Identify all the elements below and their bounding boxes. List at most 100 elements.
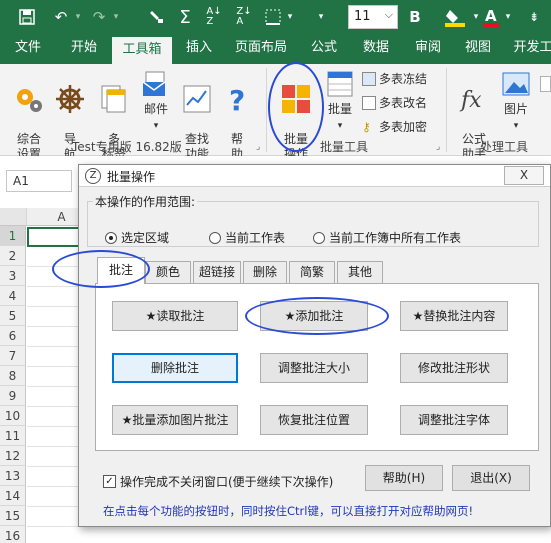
tab-comments[interactable]: 批注 [97,257,145,284]
tab-insert[interactable]: 插入 [178,34,220,64]
help-ribbon-button[interactable]: ? 帮 助 [222,68,252,162]
multi-sheet-rename-button[interactable]: 多表改名 [362,94,427,111]
row-header[interactable]: 13 [0,466,26,486]
fill-color-icon[interactable] [442,6,468,28]
batch-add-picture-comments-button[interactable]: ★批量添加图片批注 [112,405,238,435]
change-comment-shape-button[interactable]: 修改批注形状 [400,353,508,383]
delete-comments-button[interactable]: 删除批注 [112,353,238,383]
save-icon[interactable] [16,6,38,28]
row-header[interactable]: 11 [0,426,26,446]
picture-button[interactable]: 图片 ▾ [498,68,534,134]
sort-desc-icon[interactable]: Z↓ A [232,6,256,28]
chevron-down-icon[interactable]: ▾ [154,121,159,131]
restore-comment-position-button[interactable]: 恢复批注位置 [260,405,368,435]
row-header[interactable]: 4 [0,286,26,306]
tab-delete[interactable]: 删除 [243,261,287,283]
row-header[interactable]: 7 [0,346,26,366]
batch-button[interactable]: 批量 ▾ [322,68,358,134]
quick-access-toolbar: ↶ ▾ ↷ ▾ Σ A↓ Z Z↓ A ▾ ▾ 11 ⌵ B ▾ A ▾ ⇟ [0,0,551,34]
radio-selected-range[interactable]: 选定区域 [105,229,169,246]
ship-wheel-icon [56,85,84,113]
tab-colors[interactable]: 颜色 [145,261,191,283]
redo-dropdown-icon[interactable]: ▾ [110,6,122,28]
tab-home[interactable]: 开始 [62,34,106,64]
select-all-corner[interactable] [0,208,27,226]
keep-open-checkbox[interactable]: ✓ 操作完成不关闭窗口(便于继续下次操作) [103,473,333,490]
tab-hyperlinks[interactable]: 超链接 [193,261,241,283]
multi-sheet-encrypt-button[interactable]: ⚷ 多表加密 [362,118,427,135]
borders-dropdown-icon[interactable]: ▾ [284,6,296,28]
row-header[interactable]: 1 [0,226,26,246]
tab-view[interactable]: 视图 [456,34,500,64]
svg-text:fx: fx [459,88,482,113]
font-size-value: 11 [354,9,371,24]
undo-dropdown-icon[interactable]: ▾ [72,6,84,28]
replace-comment-content-button[interactable]: ★替换批注内容 [400,301,508,331]
borders-icon[interactable] [262,6,284,28]
exit-button[interactable]: 退出(X) [452,465,530,491]
radio-all-sheets[interactable]: 当前工作簿中所有工作表 [313,229,461,246]
tab-file[interactable]: 文件 [6,34,50,64]
more-icon[interactable]: ▾ [310,6,332,28]
undo-icon[interactable]: ↶ [50,6,72,28]
row-header[interactable]: 15 [0,506,26,526]
font-color-dropdown-icon[interactable]: ▾ [502,6,514,28]
picture-label: 图片 [503,102,528,116]
radio-dot [105,231,117,244]
name-box[interactable]: A1 [6,170,72,192]
svg-text:A: A [485,7,497,25]
row-header[interactable]: 3 [0,266,26,286]
find-button[interactable]: 查找 功能 [178,68,216,162]
batch-operation-button[interactable]: 批量 操作 [276,68,316,162]
resize-comments-button[interactable]: 调整批注大小 [260,353,368,383]
read-comments-button[interactable]: ★读取批注 [112,301,238,331]
row-header[interactable]: 5 [0,306,26,326]
chevron-down-icon[interactable]: ⌵ [385,8,393,22]
dialog-launcher-icon[interactable]: ⌟ [436,142,440,152]
dialog-title: 批量操作 [107,170,156,184]
row-header[interactable]: 8 [0,366,26,386]
add-comments-button[interactable]: ★添加批注 [260,301,368,331]
dialog-titlebar[interactable]: Z 批量操作 X [79,165,550,187]
settings-button[interactable]: 综合 设置 [10,68,48,162]
tab-data[interactable]: 数据 [354,34,398,64]
row-header[interactable]: 14 [0,486,26,506]
mail-button[interactable]: 邮件 ▾ [138,68,174,134]
tab-review[interactable]: 审阅 [406,34,450,64]
tab-toolbox[interactable]: 工具箱 [112,37,172,64]
rename-icon [362,95,376,110]
font-color-icon[interactable]: A [480,6,502,28]
radio-current-sheet[interactable]: 当前工作表 [209,229,285,246]
close-button[interactable]: X [504,166,544,185]
format-painter-icon[interactable] [146,6,168,28]
more-ribbon-button[interactable] [538,68,551,102]
chevron-down-icon[interactable]: ▾ [338,121,343,131]
bold-icon[interactable]: B [404,6,426,28]
chevron-down-icon[interactable]: ▾ [514,121,519,131]
row-header[interactable]: 16 [0,526,26,543]
selected-cell-a1[interactable] [27,227,80,247]
autosum-icon[interactable]: Σ [174,6,196,28]
multi-sheet-rename-label: 多表改名 [379,96,428,110]
tab-page-layout[interactable]: 页面布局 [230,34,292,64]
help-button[interactable]: 帮助(H) [365,465,443,491]
row-header[interactable]: 10 [0,406,26,426]
tab-developer[interactable]: 开发工 [508,34,551,64]
sort-asc-icon[interactable]: A↓ Z [202,6,226,28]
tab-formulas[interactable]: 公式 [302,34,346,64]
fx-icon: fx [459,88,482,113]
multi-sheet-freeze-button[interactable]: 多表冻结 [362,70,427,87]
tab-simplified-traditional[interactable]: 简繁 [289,261,335,283]
row-header[interactable]: 2 [0,246,26,266]
dialog-launcher-icon[interactable]: ⌟ [256,142,260,152]
tab-other[interactable]: 其他 [337,261,383,283]
row-header[interactable]: 9 [0,386,26,406]
font-size-select[interactable]: 11 ⌵ [348,5,398,29]
checkmark-icon: ✓ [103,475,116,488]
customize-qat-icon[interactable]: ⇟ [524,6,544,28]
adjust-comment-font-button[interactable]: 调整批注字体 [400,405,508,435]
row-header[interactable]: 6 [0,326,26,346]
row-header[interactable]: 12 [0,446,26,466]
chart-search-icon [183,85,211,113]
redo-icon[interactable]: ↷ [88,6,110,28]
